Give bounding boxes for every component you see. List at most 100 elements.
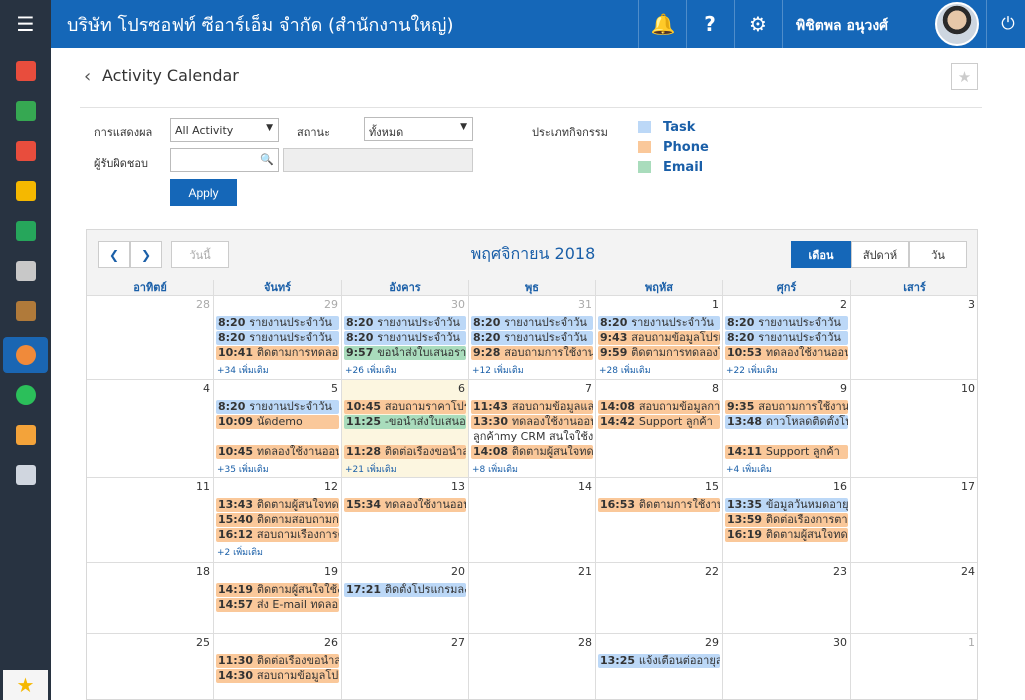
calendar-event-phone[interactable]: 10:41 ติดตามการทดลองใ [216, 346, 339, 360]
calendar-day-cell[interactable]: 30 [723, 634, 851, 699]
calendar-event-task[interactable]: 8:20 รายงานประจำวัน [725, 316, 848, 330]
sidebar-item-crm[interactable] [3, 337, 48, 373]
calendar-event-phone[interactable]: 15:40 ติดตามสอบถามการ [216, 513, 339, 527]
day-number[interactable]: 24 [961, 565, 975, 578]
view-day-button[interactable]: วัน [909, 241, 967, 268]
day-number[interactable]: 28 [196, 298, 210, 311]
power-icon[interactable]: ⏻ [984, 0, 1025, 48]
day-number[interactable]: 13 [451, 480, 465, 493]
day-number[interactable]: 1 [968, 636, 975, 649]
calendar-day-cell[interactable]: 28 [87, 296, 214, 380]
calendar-event-phone[interactable]: 11:43 สอบถามข้อมูลและ [471, 400, 593, 414]
calendar-event-phone[interactable]: 14:08 ติดตามผู้สนใจทดล [471, 445, 593, 459]
calendar-day-cell[interactable]: 1 8:20 รายงานประจำวัน 9:43 สอบถามข้อมูลโปร… [596, 296, 723, 380]
day-number[interactable]: 31 [578, 298, 592, 311]
day-number[interactable]: 12 [324, 480, 338, 493]
calendar-event-phone[interactable]: 13:43 ติดตามผู้สนใจทดล [216, 498, 339, 512]
day-number[interactable]: 22 [705, 565, 719, 578]
calendar-day-cell[interactable]: 20 17:21 ติดตั้งโปรแกรมลงใ [342, 563, 469, 634]
more-events-link[interactable]: +26 เพิ่มเติม [345, 363, 397, 377]
day-number[interactable]: 15 [705, 480, 719, 493]
day-number[interactable]: 8 [712, 382, 719, 395]
calendar-day-cell[interactable]: 610:45 สอบถามราคาโปรแ11:25 -ขอนำส่งใบเสน… [342, 380, 469, 478]
sidebar-item-bank[interactable] [3, 253, 48, 289]
calendar-event-phone[interactable]: 14:30 สอบถามข้อมูลโปรแ [216, 669, 339, 683]
calendar-day-cell[interactable]: 2 8:20 รายงานประจำวัน 8:20 รายงานประจำวัน 1… [723, 296, 851, 380]
calendar-event-task[interactable]: 8:20 รายงานประจำวัน [216, 331, 339, 345]
calendar-day-cell[interactable]: 3 [851, 296, 977, 380]
calendar-day-cell[interactable]: 12 13:43 ติดตามผู้สนใจทดล 15:40 ติดตามสอบถ… [214, 478, 342, 563]
calendar-event-phone[interactable]: 9:35 สอบถามการใช้งานโ [725, 400, 848, 414]
calendar-day-cell[interactable]: 22 [596, 563, 723, 634]
calendar-event-phone[interactable]: 10:45 สอบถามราคาโปรแ [344, 400, 466, 414]
avatar[interactable] [935, 2, 979, 46]
calendar-event-task[interactable]: 8:20 รายงานประจำวัน [344, 316, 466, 330]
calendar-event-phone[interactable]: 10:45 ทดลองใช้งานออนไ [216, 445, 339, 459]
calendar-event-phone[interactable]: 14:08 สอบถามข้อมูลการใ [598, 400, 720, 414]
day-number[interactable]: 17 [961, 480, 975, 493]
calendar-day-cell[interactable]: 31 8:20 รายงานประจำวัน 8:20 รายงานประจำวัน… [469, 296, 596, 380]
sidebar-item-products[interactable] [3, 173, 48, 209]
day-number[interactable]: 25 [196, 636, 210, 649]
day-number[interactable]: 10 [961, 382, 975, 395]
calendar-event-phone[interactable]: 16:53 ติดตามการใช้งาน [598, 498, 720, 512]
calendar-day-cell[interactable]: 13 15:34 ทดลองใช้งานออนไ [342, 478, 469, 563]
day-number[interactable]: 3 [968, 298, 975, 311]
favorite-star-icon[interactable]: ★ [3, 670, 48, 700]
view-week-button[interactable]: สัปดาห์ [851, 241, 909, 268]
calendar-event-phone[interactable]: 13:59 ติดต่อเรื่องการตาม [725, 513, 848, 527]
calendar-event-task[interactable]: 8:20 รายงานประจำวัน [725, 331, 848, 345]
status-select[interactable]: ทั้งหมด ▼ [364, 117, 473, 141]
day-number[interactable]: 30 [833, 636, 847, 649]
calendar-event-phone[interactable]: 16:12 สอบถามเรื่องการตั [216, 528, 339, 542]
back-chevron-icon[interactable]: ‹ [84, 66, 91, 87]
sidebar-item-documents[interactable] [3, 213, 48, 249]
more-events-link[interactable]: +35 เพิ่มเติม [217, 462, 269, 476]
calendar-day-cell[interactable]: 16 13:35 ข้อมูลวันหมดอายุล 13:59 ติดต่อเรื… [723, 478, 851, 563]
calendar-day-cell[interactable]: 7 11:43 สอบถามข้อมูลและ 13:30 ทดลองใช้งานอ… [469, 380, 596, 478]
day-number[interactable]: 29 [705, 636, 719, 649]
view-month-button[interactable]: เดือน [791, 241, 851, 268]
more-events-link[interactable]: +12 เพิ่มเติม [472, 363, 524, 377]
calendar-event-phone[interactable]: 14:19 ติดตามผู้สนใจใช้งา [216, 583, 339, 597]
calendar-day-cell[interactable]: 10 [851, 380, 977, 478]
calendar-day-cell[interactable]: 814:08 สอบถามข้อมูลการใ14:42 Support ลูก… [596, 380, 723, 478]
calendar-event-phone[interactable]: 14:57 ส่ง E-mail ทดลองใ [216, 598, 339, 612]
more-events-link[interactable]: +22 เพิ่มเติม [726, 363, 778, 377]
day-number[interactable]: 2 [840, 298, 847, 311]
calendar-event-email[interactable]: 11:25 -ขอนำส่งใบเสนอรา [344, 415, 466, 429]
apply-button[interactable]: Apply [170, 179, 237, 206]
more-events-link[interactable]: +4 เพิ่มเติม [726, 462, 772, 476]
display-select[interactable]: All Activity ▼ [170, 118, 279, 142]
day-number[interactable]: 27 [451, 636, 465, 649]
calendar-day-cell[interactable]: 1 [851, 634, 977, 699]
calendar-day-cell[interactable]: 17 [851, 478, 977, 563]
calendar-day-cell[interactable]: 1914:19 ติดตามผู้สนใจใช้งา14:57 ส่ง E-ma… [214, 563, 342, 634]
calendar-day-cell[interactable]: 15 16:53 ติดตามการใช้งาน [596, 478, 723, 563]
day-number[interactable]: 28 [578, 636, 592, 649]
menu-icon[interactable]: ☰ [0, 0, 51, 48]
calendar-event-phone[interactable]: 9:59 ติดตามการทดลองใ [598, 346, 720, 360]
sidebar-item-finance[interactable] [3, 93, 48, 129]
sidebar-item-wallet[interactable] [3, 293, 48, 329]
calendar-event-task[interactable]: 8:20 รายงานประจำวัน [216, 400, 339, 414]
day-number[interactable]: 1 [712, 298, 719, 311]
calendar-event-email[interactable]: 9:57 ขอนำส่งใบเสนอราค [344, 346, 466, 360]
more-events-link[interactable]: +8 เพิ่มเติม [472, 462, 518, 476]
more-events-link[interactable]: +2 เพิ่มเติม [217, 545, 263, 559]
calendar-day-cell[interactable]: 4 [87, 380, 214, 478]
more-events-link[interactable]: +34 เพิ่มเติม [217, 363, 269, 377]
sidebar-item-sales[interactable] [3, 133, 48, 169]
search-icon[interactable]: 🔍 [260, 153, 274, 166]
calendar-event-phone[interactable]: 10:53 ทดลองใช้งานออนไ [725, 346, 848, 360]
calendar-event-phone[interactable]: 13:30 ทดลองใช้งานออนไ [471, 415, 593, 429]
calendar-day-cell[interactable]: 24 [851, 563, 977, 634]
day-number[interactable]: 9 [840, 382, 847, 395]
calendar-day-cell[interactable]: 27 [342, 634, 469, 699]
calendar-day-cell[interactable]: 25 [87, 634, 214, 699]
calendar-event-task[interactable]: 13:48 ดาวโหลดติดตั้งโปร [725, 415, 848, 429]
calendar-day-cell[interactable]: 29 13:25 แจ้งเตือนต่ออายุลา [596, 634, 723, 699]
day-number[interactable]: 7 [585, 382, 592, 395]
sidebar-item-tasks[interactable] [3, 377, 48, 413]
calendar-event-phone[interactable]: 11:30 ติดต่อเรื่องขอนำส่ง [216, 654, 339, 668]
